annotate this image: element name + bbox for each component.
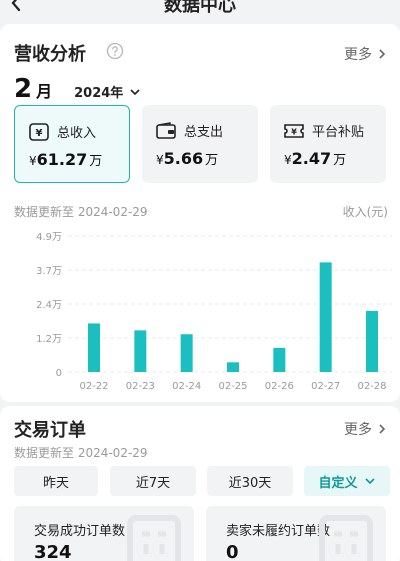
range-custom-button[interactable]: 自定义	[304, 466, 390, 496]
page-title: 数据中心	[164, 0, 236, 16]
bar-02-27[interactable]	[319, 262, 332, 372]
y-tick-label: 2.4万	[36, 300, 62, 311]
stat-value: 2.47	[291, 149, 332, 168]
revenue-bar-chart: 0 1.2万 2.4万 3.7万 4.9万 02-22 02-23 02-24 02-25 02-…	[36, 232, 392, 392]
chevron-down-icon	[364, 478, 375, 485]
y-tick-label: 1.2万	[36, 334, 62, 345]
chevron-right-icon	[379, 49, 386, 59]
month-number: 2	[14, 74, 33, 104]
orders-more-link[interactable]: 更多	[344, 419, 388, 439]
chevron-right-icon	[379, 424, 386, 434]
document-watermark-icon	[127, 515, 181, 561]
currency-symbol: ¥	[29, 154, 37, 168]
stat-unit: 万	[89, 154, 103, 169]
stat-unit: 万	[205, 153, 219, 168]
stat-label: 总支出	[184, 125, 224, 140]
y-tick-label: 0	[56, 368, 62, 379]
more-label: 更多	[344, 422, 372, 438]
currency-symbol: ¥	[284, 153, 292, 167]
mini-value: 0	[226, 542, 239, 561]
orders-card: 交易订单 更多 数据更新至 2024-02-29 昨天 近7天 近30天 自定义…	[0, 406, 400, 561]
y-tick-label: 3.7万	[36, 266, 62, 277]
stat-value-row: ¥5.66 万	[156, 149, 218, 168]
range-label: 近30天	[228, 475, 272, 491]
svg-text:¥: ¥	[36, 128, 43, 139]
stat-value: 61.27	[36, 150, 88, 169]
x-tick-label: 02-23	[126, 381, 155, 392]
svg-text:¥: ¥	[291, 127, 297, 136]
stat-value-row: ¥2.47 万	[284, 149, 346, 168]
stat-label: 平台补贴	[312, 125, 365, 140]
mini-label: 交易成功订单数	[34, 524, 126, 539]
successful-orders-card[interactable]: 交易成功订单数 324	[14, 506, 194, 561]
stat-value-row: ¥61.27 万	[29, 150, 102, 169]
ticket-icon: ¥	[284, 123, 304, 138]
bar-02-25[interactable]	[227, 362, 239, 372]
chevron-down-icon	[130, 88, 140, 95]
revenue-title: 营收分析	[14, 44, 86, 65]
revenue-unit-label: 收入(元)	[342, 205, 388, 219]
stat-total-expense[interactable]: 总支出 ¥5.66 万	[142, 105, 258, 183]
mini-value: 324	[34, 542, 72, 561]
x-tick-label: 02-24	[172, 381, 201, 392]
date-range-tabs: 昨天 近7天 近30天 自定义	[14, 466, 390, 496]
revenue-card: 营收分析 更多 2 月 2024年 ¥ 总收入 ¥61.27 万 总支出 ¥5.…	[0, 24, 400, 402]
orders-title: 交易订单	[14, 420, 86, 441]
top-bar: 数据中心	[0, 0, 400, 24]
revenue-more-link[interactable]: 更多	[344, 44, 388, 64]
x-tick-label: 02-28	[357, 381, 386, 392]
year-label: 2024年	[74, 86, 124, 101]
range-7days-button[interactable]: 近7天	[110, 466, 196, 496]
bar-02-28[interactable]	[366, 310, 378, 372]
x-tick-label: 02-25	[218, 381, 247, 392]
document-watermark-icon	[319, 515, 373, 561]
bar-02-22[interactable]	[88, 323, 100, 372]
help-icon[interactable]	[106, 42, 124, 60]
bar-02-24[interactable]	[180, 334, 193, 372]
range-label: 自定义	[318, 475, 358, 491]
month-selector: 2 月 2024年	[14, 74, 141, 104]
orders-updated-text: 数据更新至 2024-02-29	[14, 446, 148, 460]
bar-02-26[interactable]	[273, 347, 286, 372]
range-label: 近7天	[135, 475, 171, 491]
stat-value: 5.66	[163, 149, 204, 168]
x-tick-label: 02-26	[265, 381, 294, 392]
stat-total-income[interactable]: ¥ 总收入 ¥61.27 万	[14, 105, 130, 183]
x-tick-label: 02-22	[79, 381, 108, 392]
bar-02-23[interactable]	[134, 330, 147, 372]
month-unit: 月	[36, 82, 53, 101]
stat-unit: 万	[333, 153, 347, 168]
stat-platform-subsidy[interactable]: ¥ 平台补贴 ¥2.47 万	[270, 105, 386, 183]
revenue-updated-text: 数据更新至 2024-02-29	[14, 205, 148, 219]
range-label: 昨天	[42, 475, 69, 491]
more-label: 更多	[344, 47, 372, 63]
y-tick-label: 4.9万	[36, 232, 62, 243]
year-dropdown[interactable]: 2024年	[74, 82, 141, 101]
range-30days-button[interactable]: 近30天	[207, 466, 293, 496]
money-icon: ¥	[29, 122, 49, 141]
currency-symbol: ¥	[156, 153, 164, 167]
stat-label: 总收入	[57, 126, 97, 141]
unfulfilled-orders-card[interactable]: 卖家未履约订单数 0	[206, 506, 386, 561]
range-yesterday-button[interactable]: 昨天	[14, 466, 98, 496]
wallet-icon	[156, 121, 176, 139]
x-tick-label: 02-27	[311, 381, 340, 392]
